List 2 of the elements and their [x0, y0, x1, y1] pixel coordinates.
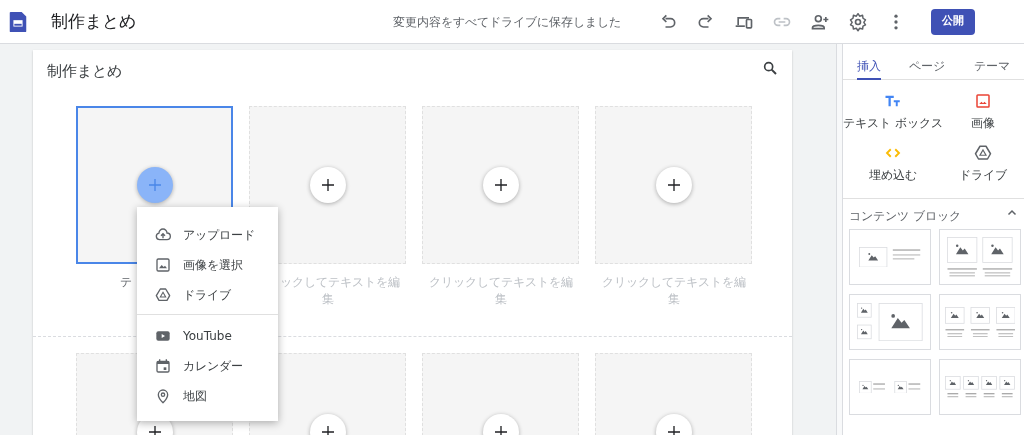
section-heading: コンテンツ ブロック — [849, 208, 961, 225]
save-status: 変更内容をすべてドライブに保存しました — [393, 13, 621, 31]
